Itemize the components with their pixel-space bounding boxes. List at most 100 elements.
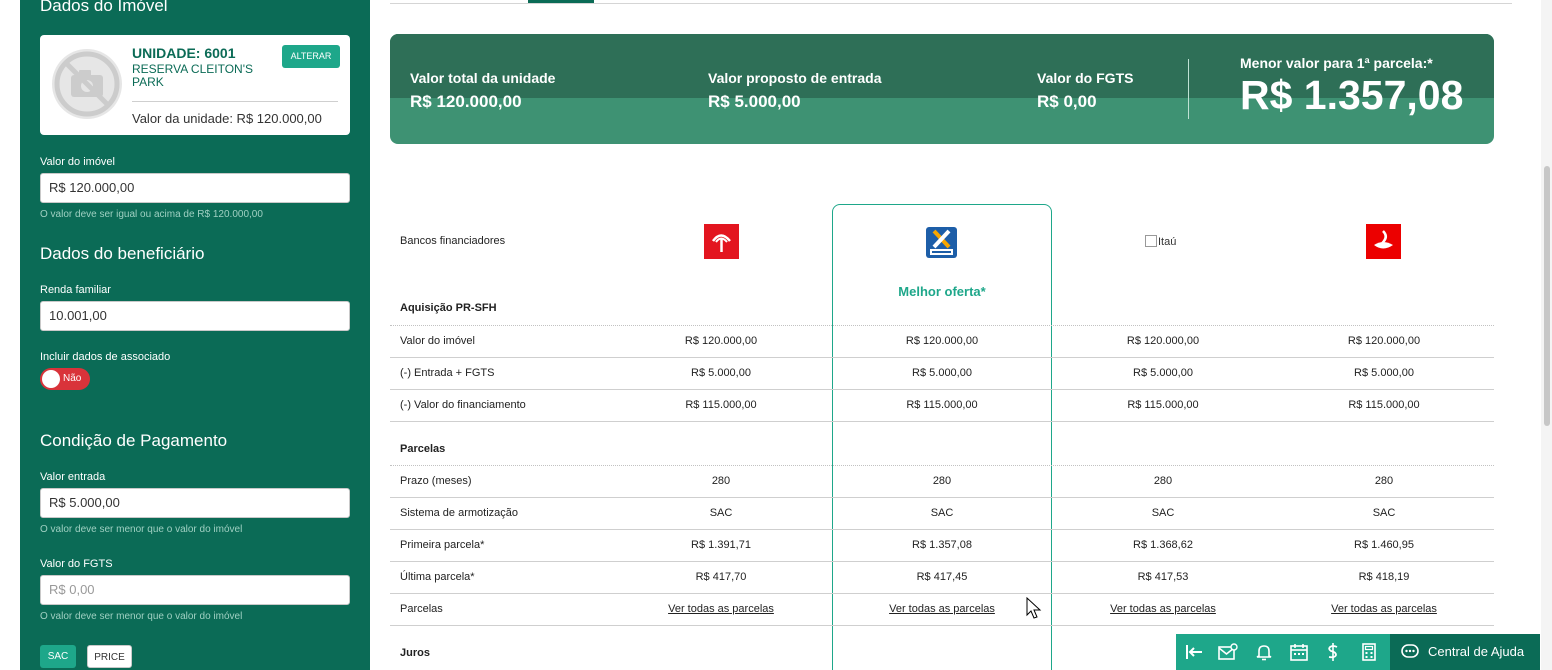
- entry-value: R$ 5.000,00: [708, 92, 801, 111]
- family-income-input[interactable]: 10.001,00: [40, 301, 350, 331]
- cell-bradesco: R$ 417,70: [695, 571, 747, 583]
- fgts-label: Valor do FGTS: [40, 558, 113, 570]
- unit-card: UNIDADE: 6001 RESERVA CLEITON'S PARK ALT…: [40, 35, 350, 135]
- row-label-amortization: Sistema de armotização: [400, 507, 518, 519]
- cell-itau: R$ 417,53: [1137, 571, 1189, 583]
- associate-label: Incluir dados de associado: [40, 351, 171, 363]
- fgts-hint: O valor deve ser menor que o valor do im…: [40, 611, 243, 622]
- cell-santander: R$ 120.000,00: [1347, 335, 1421, 347]
- row-label-property-value: Valor do imóvel: [400, 335, 475, 347]
- row-label-term: Prazo (meses): [400, 475, 472, 487]
- calculator-icon[interactable]: [1359, 643, 1379, 661]
- lowest-installment-value: R$ 1.357,08: [1240, 72, 1464, 118]
- cell-itau: R$ 1.368,62: [1133, 539, 1193, 551]
- cell-itau: R$ 120.000,00: [1126, 335, 1200, 347]
- row-divider: [390, 389, 1494, 390]
- interest-section: Juros: [400, 647, 430, 659]
- cell-caixa: R$ 115.000,00: [906, 399, 978, 411]
- cell-caixa: R$ 417,45: [916, 571, 968, 583]
- scrollbar-thumb[interactable]: [1544, 166, 1550, 426]
- row-divider: [390, 529, 1494, 530]
- banner-separator: [1188, 59, 1189, 119]
- cell-caixa: 280: [932, 475, 952, 487]
- itau-alt-text: Itaú: [1158, 236, 1177, 248]
- cell-bradesco: SAC: [709, 507, 733, 519]
- row-label-entry-fgts: (-) Entrada + FGTS: [400, 367, 495, 379]
- cell-caixa: R$ 1.357,08: [912, 539, 972, 551]
- broken-image-icon: [1145, 235, 1157, 247]
- itau-logo-broken: Itaú: [1145, 235, 1176, 248]
- cell-itau: R$ 5.000,00: [1133, 367, 1193, 379]
- sac-button[interactable]: SAC: [40, 645, 76, 668]
- row-divider: [390, 325, 1494, 326]
- help-center-button[interactable]: Central de Ajuda: [1390, 634, 1540, 670]
- calendar-icon[interactable]: [1289, 643, 1309, 661]
- view-installments-link-bradesco[interactable]: Ver todas as parcelas: [611, 603, 831, 615]
- row-label-last-installment: Última parcela*: [400, 571, 475, 583]
- mouse-cursor-icon: [1026, 597, 1042, 619]
- no-photo-icon: [52, 49, 122, 119]
- cell-itau: 280: [1153, 475, 1173, 487]
- cell-santander: R$ 1.460,95: [1354, 539, 1414, 551]
- row-label-financing: (-) Valor do financiamento: [400, 399, 526, 411]
- scrollbar[interactable]: [1541, 0, 1552, 670]
- cell-santander: R$ 115.000,00: [1348, 399, 1420, 411]
- best-offer-column: [832, 204, 1052, 670]
- cell-bradesco: R$ 5.000,00: [691, 367, 751, 379]
- property-value-input[interactable]: R$ 120.000,00: [40, 173, 350, 203]
- property-value-label: Valor do imóvel: [40, 156, 115, 168]
- cell-caixa: SAC: [930, 507, 954, 519]
- payment-title: Condição de Pagamento: [40, 431, 228, 450]
- cell-bradesco: R$ 115.000,00: [685, 399, 757, 411]
- bell-icon[interactable]: [1254, 643, 1274, 661]
- cell-bradesco: 280: [711, 475, 731, 487]
- collapse-left-icon[interactable]: [1184, 643, 1204, 661]
- row-divider: [390, 561, 1494, 562]
- cell-bradesco: R$ 1.391,71: [691, 539, 751, 551]
- unit-project: RESERVA CLEITON'S PARK: [132, 62, 254, 89]
- bradesco-logo-icon: [704, 224, 739, 259]
- row-divider: [390, 497, 1494, 498]
- unit-divider: [132, 101, 338, 102]
- cell-santander: SAC: [1372, 507, 1396, 519]
- cell-bradesco: R$ 120.000,00: [684, 335, 758, 347]
- santander-logo-icon: [1366, 224, 1401, 259]
- view-installments-link-santander[interactable]: Ver todas as parcelas: [1274, 603, 1494, 615]
- row-label-first-installment: Primeira parcela*: [400, 539, 485, 551]
- fgts-input[interactable]: R$ 0,00: [40, 575, 350, 605]
- down-payment-input[interactable]: R$ 5.000,00: [40, 488, 350, 518]
- summary-banner: Valor total da unidade R$ 120.000,00 Val…: [390, 34, 1494, 144]
- property-section-title: Dados do Imóvel: [40, 0, 168, 15]
- row-divider: [390, 421, 1494, 422]
- beneficiary-title: Dados do beneficiário: [40, 244, 205, 263]
- sidebar: Dados do Imóvel UNIDADE: 6001 RESERVA CL…: [20, 0, 370, 670]
- cell-itau: R$ 115.000,00: [1127, 399, 1199, 411]
- view-installments-link-caixa[interactable]: Ver todas as parcelas: [832, 603, 1052, 615]
- alter-unit-button[interactable]: ALTERAR: [282, 45, 340, 68]
- entry-label: Valor proposto de entrada: [708, 70, 882, 86]
- row-label-installments: Parcelas: [400, 603, 443, 615]
- caixa-logo-icon: [926, 227, 957, 258]
- price-button[interactable]: PRICE: [87, 645, 132, 668]
- banks-label: Bancos financiadores: [400, 235, 506, 247]
- bottom-toolbar: [1176, 634, 1390, 670]
- fgts-summary-label: Valor do FGTS: [1037, 70, 1134, 86]
- property-value-hint: O valor deve ser igual ou acima de R$ 12…: [40, 209, 263, 220]
- family-income-label: Renda familiar: [40, 284, 111, 296]
- unit-value: Valor da unidade: R$ 120.000,00: [132, 111, 322, 126]
- dollar-icon[interactable]: [1323, 643, 1343, 661]
- cell-santander: R$ 418,19: [1358, 571, 1410, 583]
- acquisition-section: Aquisição PR-SFH: [400, 302, 497, 314]
- fgts-summary-value: R$ 0,00: [1037, 92, 1097, 111]
- cell-caixa: R$ 120.000,00: [905, 335, 979, 347]
- mail-star-icon[interactable]: [1218, 643, 1238, 661]
- associate-toggle[interactable]: Não: [40, 368, 90, 390]
- toggle-text: Não: [63, 373, 82, 384]
- tabs-divider: [390, 3, 1512, 4]
- unit-name: UNIDADE: 6001: [132, 45, 236, 61]
- view-installments-link-itau[interactable]: Ver todas as parcelas: [1053, 603, 1273, 615]
- active-tab-indicator[interactable]: [528, 0, 594, 3]
- lowest-installment-label: Menor valor para 1ª parcela:*: [1240, 55, 1433, 71]
- total-value: R$ 120.000,00: [410, 92, 522, 111]
- cell-caixa: R$ 5.000,00: [912, 367, 972, 379]
